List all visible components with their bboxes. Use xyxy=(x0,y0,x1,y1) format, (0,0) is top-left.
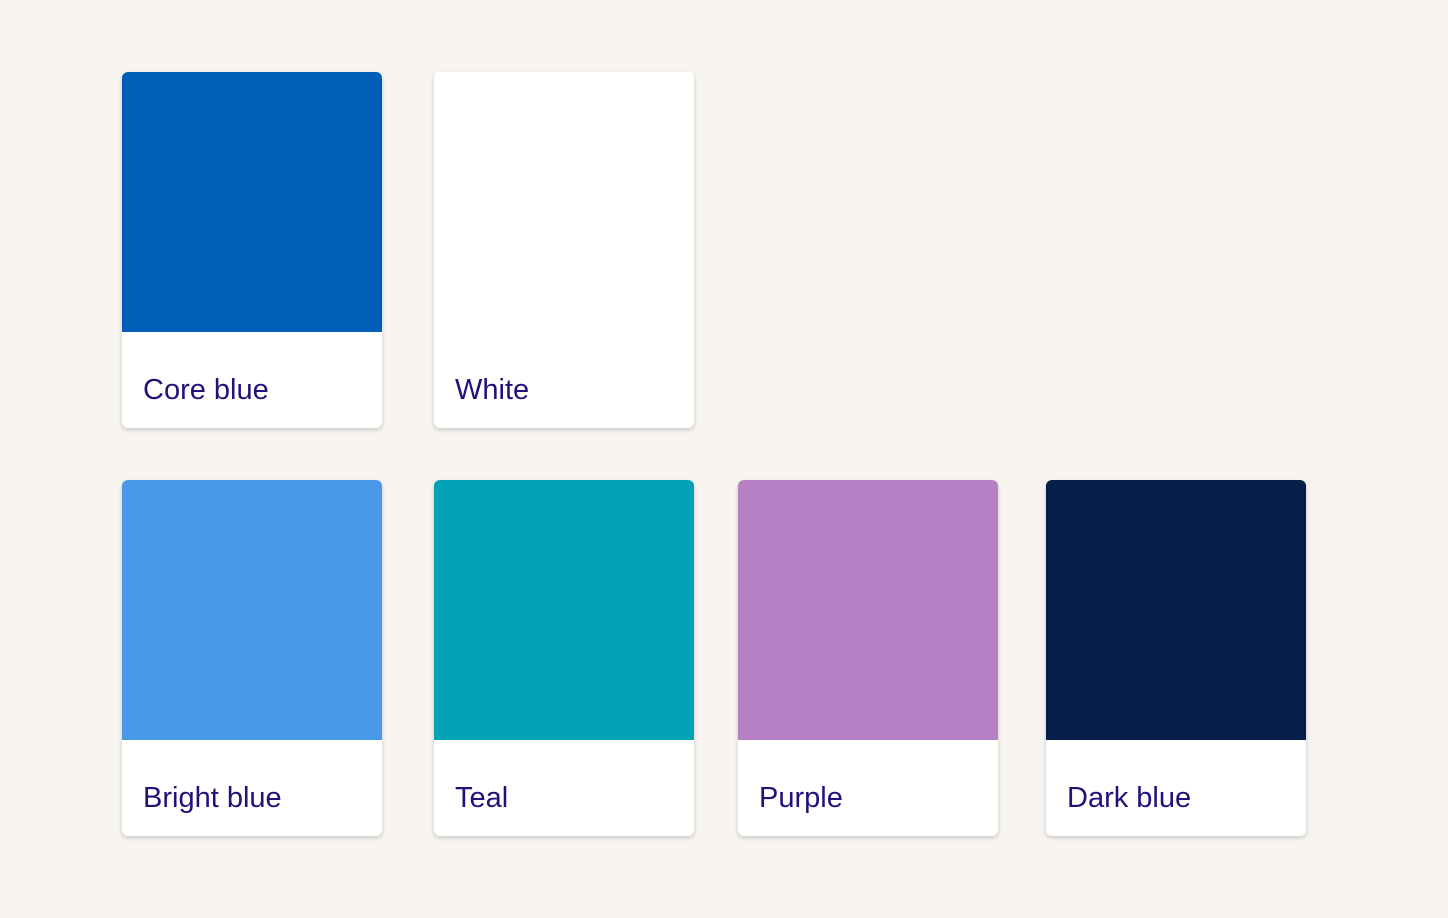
color-swatch xyxy=(738,480,998,740)
color-swatch xyxy=(122,72,382,332)
swatch-card-purple: Purple xyxy=(738,480,998,836)
color-swatch xyxy=(1046,480,1306,740)
swatch-label: Purple xyxy=(759,782,843,814)
swatch-card-dark-blue: Dark blue xyxy=(1046,480,1306,836)
swatch-label: White xyxy=(455,374,530,406)
swatch-card-bright-blue: Bright blue xyxy=(122,480,382,836)
color-swatch xyxy=(434,72,694,332)
swatch-label: Dark blue xyxy=(1067,782,1192,814)
swatch-card-teal: Teal xyxy=(434,480,694,836)
swatch-label: Teal xyxy=(455,782,509,814)
swatch-card-core-blue: Core blue xyxy=(122,72,382,428)
swatch-label: Core blue xyxy=(143,374,269,406)
color-swatch xyxy=(122,480,382,740)
color-swatch xyxy=(434,480,694,740)
swatch-card-white: White xyxy=(434,72,694,428)
swatch-label: Bright blue xyxy=(143,782,282,814)
